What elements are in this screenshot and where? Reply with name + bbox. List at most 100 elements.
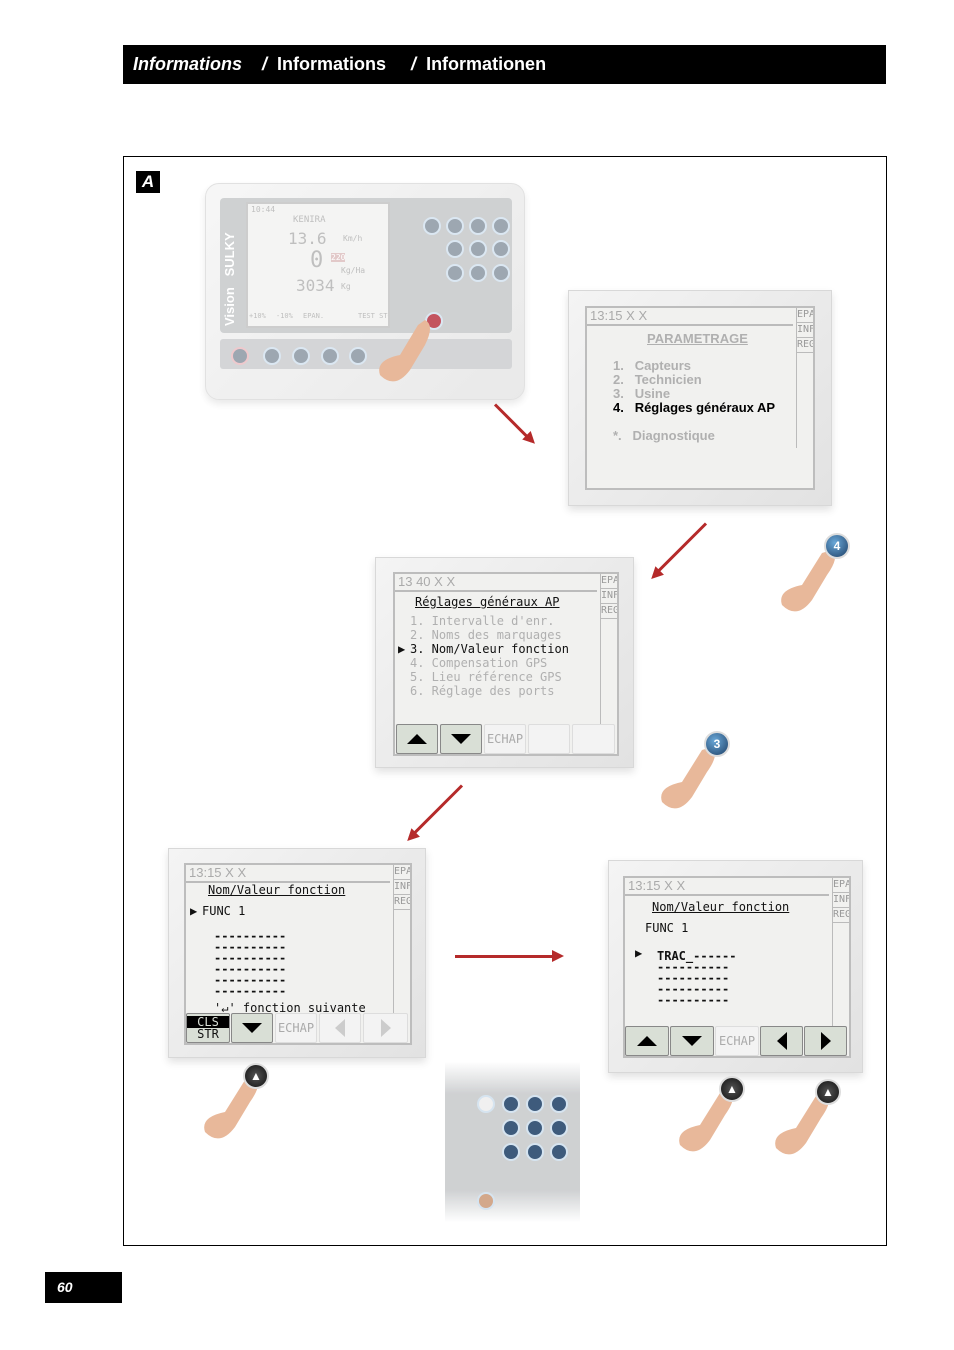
- echap-softkey[interactable]: ECHAP: [275, 1013, 317, 1043]
- selection-pointer-icon: ▶: [635, 946, 643, 960]
- tab-epan[interactable]: EPAN: [797, 308, 813, 323]
- up-softkey[interactable]: [396, 724, 438, 754]
- arrow-left-icon: [335, 1019, 345, 1037]
- title-de: Informationen: [426, 54, 547, 74]
- rate-value: 0: [310, 248, 324, 273]
- arrow-up-icon: [407, 734, 427, 744]
- tab-info[interactable]: INFO: [394, 880, 410, 895]
- screen-nom-valeur-1: 13:15 X X EPANINFOREG Nom/Valeur fonctio…: [168, 848, 426, 1058]
- keypad-key[interactable]: [502, 1143, 520, 1161]
- echap-softkey[interactable]: ECHAP: [484, 724, 526, 754]
- empty-softkey[interactable]: [572, 724, 615, 754]
- menu-item-usine[interactable]: 3. Usine: [613, 387, 775, 401]
- tab-info[interactable]: INFO: [833, 893, 849, 908]
- keypad-key[interactable]: [492, 217, 510, 235]
- menu-item-diagnostique[interactable]: *. Diagnostique: [613, 429, 775, 443]
- keypad-key[interactable]: [492, 240, 510, 258]
- left-softkey[interactable]: [760, 1026, 803, 1056]
- menu-item[interactable]: 6. Réglage des ports: [410, 684, 555, 698]
- tab-epan[interactable]: EPAN: [394, 865, 410, 880]
- screen-title: Nom/Valeur fonction: [208, 883, 346, 897]
- keypad-key[interactable]: [550, 1119, 568, 1137]
- menu-item[interactable]: 4. Compensation GPS: [410, 656, 547, 670]
- keypad-key[interactable]: [446, 217, 464, 235]
- keypad-key[interactable]: [550, 1143, 568, 1161]
- arrow-down-icon: [451, 734, 471, 744]
- section-header: Informations / Informations / Informatio…: [123, 45, 886, 84]
- selection-pointer-icon: ▶: [190, 904, 198, 918]
- menu-key-red[interactable]: [477, 1192, 495, 1210]
- key-4-button[interactable]: 4: [824, 533, 850, 559]
- keypad-key[interactable]: [446, 264, 464, 282]
- power-key[interactable]: [231, 347, 249, 365]
- up-key-button[interactable]: ▲: [719, 1076, 745, 1102]
- tab-epan[interactable]: EPAN: [601, 574, 617, 589]
- left-softkey[interactable]: [319, 1013, 361, 1043]
- flow-arrow: [455, 950, 564, 962]
- up-softkey[interactable]: [625, 1026, 669, 1056]
- down-softkey[interactable]: [440, 724, 482, 754]
- tab-reg[interactable]: REG: [797, 338, 813, 353]
- keypad-key[interactable]: [469, 217, 487, 235]
- tab-reg[interactable]: REG: [394, 895, 410, 910]
- menu-item-capteurs[interactable]: 1. Capteurs: [613, 359, 775, 373]
- screen-reglages-generaux: 13 40 X X EPANINFOREG Réglages généraux …: [375, 557, 634, 768]
- keypad-key[interactable]: [492, 264, 510, 282]
- keypad-key[interactable]: [550, 1095, 568, 1113]
- function-key[interactable]: [321, 347, 339, 365]
- softkey-plus10: +10%: [249, 312, 266, 320]
- value-line[interactable]: ----------: [657, 993, 729, 1007]
- arrow-up-icon: [637, 1036, 657, 1046]
- manual-page: Informations / Informations / Informatio…: [0, 0, 954, 1350]
- keypad-key[interactable]: [526, 1095, 544, 1113]
- menu-item[interactable]: 1. Intervalle d'enr.: [410, 614, 555, 628]
- down-softkey[interactable]: [670, 1026, 714, 1056]
- keypad-key[interactable]: [446, 240, 464, 258]
- page-number: 60: [45, 1272, 122, 1303]
- keypad-key[interactable]: [477, 1095, 495, 1113]
- tab-reg[interactable]: REG: [833, 908, 849, 923]
- function-key[interactable]: [263, 347, 281, 365]
- product-name: KENIRA: [293, 215, 326, 225]
- keypad-key[interactable]: [526, 1143, 544, 1161]
- screen-parametrage: 13:15 X X EPANINFOREG PARAMETRAGE 1. Cap…: [568, 290, 832, 506]
- tab-info[interactable]: INFO: [797, 323, 813, 338]
- right-softkey[interactable]: [804, 1026, 847, 1056]
- empty-softkey[interactable]: [528, 724, 570, 754]
- arrow-left-icon: [776, 1032, 787, 1050]
- keypad-key[interactable]: [469, 264, 487, 282]
- right-softkey[interactable]: [363, 1013, 408, 1043]
- menu-item-selected[interactable]: 3. Nom/Valeur fonction: [410, 642, 569, 656]
- echap-softkey[interactable]: ECHAP: [715, 1026, 759, 1056]
- speed-value: 13.6: [288, 229, 327, 248]
- screen-nom-valeur-2: 13:15 X X EPANINFOREG Nom/Valeur fonctio…: [608, 860, 863, 1073]
- weight-unit: Kg: [341, 282, 351, 291]
- cls-str-softkey[interactable]: CLS STR: [186, 1013, 230, 1043]
- title-en: Informations: [277, 54, 387, 74]
- menu-item[interactable]: 2. Noms des marquages: [410, 628, 562, 642]
- menu-item[interactable]: 5. Lieu référence GPS: [410, 670, 562, 684]
- key-3-button[interactable]: 3: [704, 731, 730, 757]
- keypad-key[interactable]: [469, 240, 487, 258]
- softkey-epan: EPAN.: [303, 312, 325, 320]
- arrow-down-icon: [242, 1023, 262, 1033]
- value-line[interactable]: ----------: [214, 984, 286, 998]
- keypad-key[interactable]: [526, 1119, 544, 1137]
- tab-reg[interactable]: REG: [601, 604, 617, 619]
- keypad-key[interactable]: [502, 1095, 520, 1113]
- menu-item-reglages-generaux[interactable]: 4. Réglages généraux AP: [613, 401, 775, 415]
- tab-epan[interactable]: EPAN: [833, 878, 849, 893]
- function-key[interactable]: [349, 347, 367, 365]
- arrow-down-icon: [682, 1036, 702, 1046]
- terminal-device: Vision SULKY 10:44 KENIRA 13.6 Km/h 0 22…: [205, 183, 525, 400]
- down-softkey[interactable]: [231, 1013, 273, 1043]
- menu-item-technicien[interactable]: 2. Technicien: [613, 373, 775, 387]
- up-key-button[interactable]: ▲: [815, 1079, 841, 1105]
- keypad-key[interactable]: [423, 217, 441, 235]
- separator: /: [411, 54, 417, 74]
- up-key-button[interactable]: ▲: [243, 1063, 269, 1089]
- tab-info[interactable]: INFO: [601, 589, 617, 604]
- keypad-key[interactable]: [502, 1119, 520, 1137]
- function-key[interactable]: [292, 347, 310, 365]
- arrow-right-icon: [380, 1019, 391, 1037]
